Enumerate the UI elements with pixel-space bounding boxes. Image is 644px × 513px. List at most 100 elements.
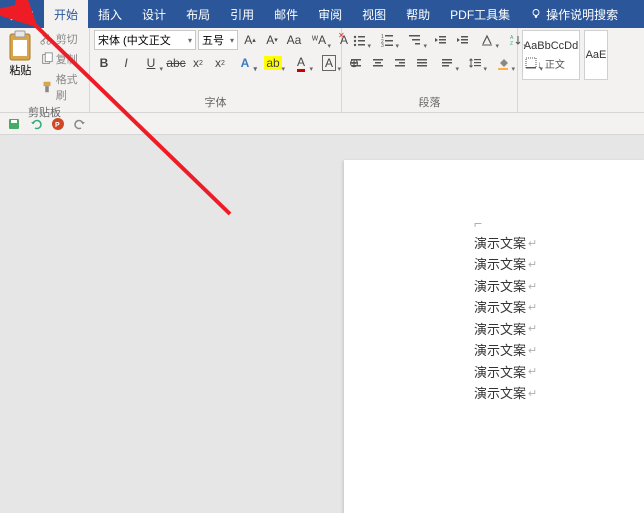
paragraph-mark-icon: ↵	[528, 385, 537, 403]
multilevel-list-button[interactable]	[402, 30, 428, 50]
document-line[interactable]: 演示文案↵	[474, 276, 624, 297]
asian-layout-button[interactable]	[474, 30, 500, 50]
powerpoint-icon: P	[51, 117, 65, 131]
tell-me-search[interactable]: 操作说明搜索	[520, 0, 628, 28]
tab-mailings[interactable]: 邮件	[264, 0, 308, 28]
align-center-button[interactable]	[368, 53, 388, 73]
distribute-button[interactable]	[434, 53, 460, 73]
sort-button[interactable]: AZ	[502, 30, 528, 50]
text-effects-button[interactable]: A	[232, 53, 258, 73]
align-right-button[interactable]	[390, 53, 410, 73]
powerpoint-button[interactable]: P	[50, 116, 66, 132]
cut-label: 剪切	[56, 31, 78, 47]
numbering-button[interactable]: 123	[374, 30, 400, 50]
document-line[interactable]: 演示文案↵	[474, 233, 624, 254]
document-line[interactable]: 演示文案↵	[474, 362, 624, 383]
asian-layout-icon	[480, 33, 494, 47]
paragraph-mark-icon: ↵	[528, 235, 537, 253]
line-spacing-button[interactable]	[462, 53, 488, 73]
outdent-icon	[433, 33, 447, 47]
font-color-button[interactable]: A	[288, 53, 314, 73]
align-right-icon	[393, 56, 407, 70]
bold-button[interactable]: B	[94, 53, 114, 73]
format-painter-button[interactable]: 格式刷	[39, 70, 85, 104]
scissors-icon	[40, 32, 54, 46]
copy-label: 复制	[56, 51, 78, 67]
paragraph-group-label: 段落	[346, 94, 513, 111]
cut-button[interactable]: 剪切	[39, 30, 85, 48]
quick-access-toolbar: P	[0, 113, 644, 135]
numbering-icon: 123	[380, 33, 394, 47]
copy-button[interactable]: 复制	[39, 50, 85, 68]
line-spacing-icon	[468, 56, 482, 70]
redo-button[interactable]	[72, 116, 88, 132]
undo-button[interactable]	[28, 116, 44, 132]
character-border-button[interactable]: A	[316, 53, 342, 73]
paragraph-mark-icon: ↵	[528, 278, 537, 296]
borders-button[interactable]	[518, 53, 544, 73]
paragraph-mark-icon: ↵	[528, 342, 537, 360]
increase-font-button[interactable]: A▴	[240, 30, 260, 50]
align-center-icon	[371, 56, 385, 70]
justify-icon	[415, 56, 429, 70]
format-painter-label: 格式刷	[56, 71, 84, 103]
subscript-button[interactable]: x2	[188, 53, 208, 73]
indent-icon	[455, 33, 469, 47]
font-name-select[interactable]: 宋体 (中文正文▾	[94, 30, 196, 50]
tab-review[interactable]: 审阅	[308, 0, 352, 28]
menu-tabs-bar: 文件 开始 插入 设计 布局 引用 邮件 审阅 视图 帮助 PDF工具集 操作说…	[0, 0, 644, 28]
borders-icon	[524, 56, 538, 70]
copy-icon	[40, 52, 54, 66]
tab-pdf-tools[interactable]: PDF工具集	[440, 0, 520, 28]
svg-text:Z: Z	[510, 41, 513, 47]
tab-help[interactable]: 帮助	[396, 0, 440, 28]
align-left-button[interactable]	[346, 53, 366, 73]
save-icon	[7, 117, 21, 131]
font-size-select[interactable]: 五号▾	[198, 30, 238, 50]
decrease-font-button[interactable]: A▾	[262, 30, 282, 50]
paragraph-mark-icon: ↵	[528, 256, 537, 274]
tab-insert[interactable]: 插入	[88, 0, 132, 28]
increase-indent-button[interactable]	[452, 30, 472, 50]
change-case-button[interactable]: Aa	[284, 30, 304, 50]
ribbon: 粘贴 剪切 复制 格式刷 剪贴板	[0, 28, 644, 113]
decrease-indent-button[interactable]	[430, 30, 450, 50]
undo-icon	[29, 117, 43, 131]
shading-button[interactable]	[490, 53, 516, 73]
group-paragraph: 123 AZ ¶	[342, 28, 518, 112]
group-clipboard: 粘贴 剪切 复制 格式刷 剪贴板	[0, 28, 90, 112]
document-line[interactable]: 演示文案↵	[474, 383, 624, 404]
document-page[interactable]: ⌐ 演示文案↵演示文案↵演示文案↵演示文案↵演示文案↵演示文案↵演示文案↵演示文…	[344, 160, 644, 513]
document-line[interactable]: 演示文案↵	[474, 297, 624, 318]
justify-button[interactable]	[412, 53, 432, 73]
text-cursor: ⌐	[474, 215, 624, 231]
align-left-icon	[349, 56, 363, 70]
document-line[interactable]: 演示文案↵	[474, 254, 624, 275]
svg-text:3: 3	[381, 43, 384, 47]
phonetic-guide-button[interactable]: ᵂA	[306, 30, 332, 50]
paste-button[interactable]: 粘贴	[4, 30, 37, 78]
lightbulb-icon	[530, 8, 542, 20]
multilevel-icon	[408, 33, 422, 47]
highlight-button[interactable]: ab	[260, 53, 286, 73]
paste-label: 粘贴	[9, 62, 31, 78]
tab-file[interactable]: 文件	[0, 0, 44, 28]
tell-me-label: 操作说明搜索	[546, 6, 618, 23]
tab-design[interactable]: 设计	[132, 0, 176, 28]
document-line[interactable]: 演示文案↵	[474, 340, 624, 361]
underline-button[interactable]: U	[138, 53, 164, 73]
tab-home[interactable]: 开始	[44, 0, 88, 28]
italic-button[interactable]: I	[116, 53, 136, 73]
tab-view[interactable]: 视图	[352, 0, 396, 28]
tab-references[interactable]: 引用	[220, 0, 264, 28]
bullets-button[interactable]	[346, 30, 372, 50]
tab-layout[interactable]: 布局	[176, 0, 220, 28]
superscript-button[interactable]: x2	[210, 53, 230, 73]
style-preview2-text: AaE	[586, 49, 607, 61]
style-next[interactable]: AaE	[584, 30, 608, 80]
strikethrough-button[interactable]: abc	[166, 53, 186, 73]
style-preview-text: AaBbCcDd	[524, 40, 578, 52]
document-line[interactable]: 演示文案↵	[474, 319, 624, 340]
clipboard-icon	[6, 30, 34, 62]
save-button[interactable]	[6, 116, 22, 132]
